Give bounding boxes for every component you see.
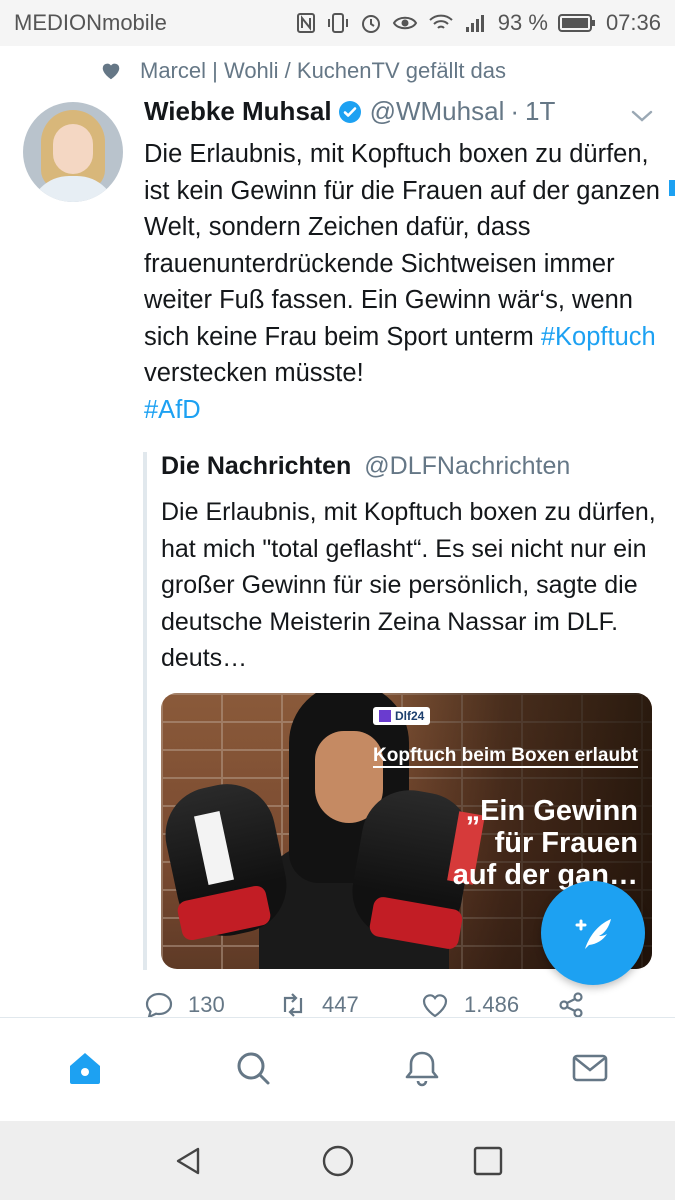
- search-icon: [237, 1052, 270, 1085]
- battery-icon: [557, 14, 595, 32]
- chevron-down-icon[interactable]: [630, 106, 654, 126]
- reply-action[interactable]: 130: [144, 990, 225, 1020]
- author-avatar[interactable]: [23, 102, 123, 202]
- recents-square-icon[interactable]: [470, 1143, 506, 1179]
- signal-icon: [465, 15, 484, 32]
- compose-tweet-button[interactable]: [541, 881, 645, 985]
- verified-badge-icon: [338, 100, 361, 123]
- back-icon[interactable]: [170, 1143, 206, 1179]
- hashtag-link[interactable]: #Kopftuch: [541, 323, 656, 351]
- media-headline-text: Kopftuch beim Boxen erlaubt: [373, 745, 638, 768]
- quoted-tweet-text[interactable]: Die Erlaubnis, mit Kopftuch boxen zu dür…: [161, 494, 661, 677]
- home-icon: [70, 1053, 100, 1084]
- compose-feather-icon: [575, 919, 611, 949]
- author-name[interactable]: Wiebke Muhsal: [144, 96, 332, 127]
- dlf-logo-text: Dlf24: [395, 709, 425, 723]
- reply-count: 130: [188, 992, 225, 1017]
- status-icons: 93 % 07:36: [296, 10, 661, 36]
- bottom-navigation: [0, 1017, 675, 1121]
- nav-messages[interactable]: [568, 1046, 612, 1090]
- nav-search[interactable]: [231, 1046, 275, 1090]
- quoted-tweet-header[interactable]: Die Nachrichten @DLFNachrichten: [161, 452, 570, 481]
- retweet-count: 447: [322, 992, 359, 1017]
- alarm-icon: [361, 15, 380, 33]
- media-headline: Kopftuch beim Boxen erlaubt: [373, 745, 638, 768]
- hashtag-link[interactable]: #AfD: [144, 396, 201, 424]
- status-bar: MEDIONmobile 93 % 07:36: [0, 0, 675, 46]
- social-context-text: Marcel | Wohli / KuchenTV gefällt das: [140, 58, 507, 83]
- nav-home[interactable]: [63, 1046, 107, 1090]
- bell-icon: [405, 1051, 439, 1087]
- nfc-icon: [296, 13, 315, 33]
- retweet-action[interactable]: 447: [278, 990, 359, 1020]
- quoted-author-handle: @DLFNachrichten: [364, 452, 571, 480]
- retweet-icon: [283, 993, 303, 1017]
- heart-icon: [422, 994, 448, 1018]
- carrier-name: MEDIONmobile: [14, 10, 167, 35]
- quote-thread-line: [143, 452, 147, 970]
- like-action[interactable]: 1.486: [420, 990, 519, 1020]
- like-count: 1.486: [464, 992, 520, 1017]
- battery-percent: 93 %: [497, 10, 548, 35]
- home-circle-icon[interactable]: [320, 1143, 356, 1179]
- tweet-text-part: verstecken müsste!: [144, 359, 364, 387]
- author-handle[interactable]: @WMuhsal: [370, 96, 505, 127]
- social-context: Marcel | Wohli / KuchenTV gefällt das: [100, 58, 506, 84]
- tweet-actions: 130 447 1.486: [144, 990, 604, 1020]
- reply-icon: [145, 992, 173, 1020]
- clock: 07:36: [605, 10, 661, 35]
- tweet-header: Wiebke Muhsal @WMuhsal · 1T: [144, 96, 555, 127]
- nav-notifications[interactable]: [400, 1046, 444, 1090]
- mail-icon: [572, 1054, 608, 1082]
- vibrate-icon: [327, 13, 348, 33]
- tweet-time: 1T: [525, 96, 556, 126]
- share-action[interactable]: [556, 990, 586, 1020]
- tweet-text-part: Die Erlaubnis, mit Kopftuch boxen zu dür…: [144, 140, 660, 351]
- eye-icon: [392, 16, 417, 30]
- scroll-indicator: [669, 180, 675, 196]
- dlf-logo: Dlf24: [373, 707, 431, 725]
- quoted-author-name: Die Nachrichten: [161, 452, 352, 480]
- wifi-icon: [429, 14, 453, 29]
- share-icon: [559, 992, 583, 1018]
- heart-filled-icon: [102, 63, 120, 80]
- system-navigation-bar: [0, 1121, 675, 1200]
- header-separator: ·: [510, 96, 520, 126]
- tweet-text: Die Erlaubnis, mit Kopftuch boxen zu dür…: [144, 136, 664, 428]
